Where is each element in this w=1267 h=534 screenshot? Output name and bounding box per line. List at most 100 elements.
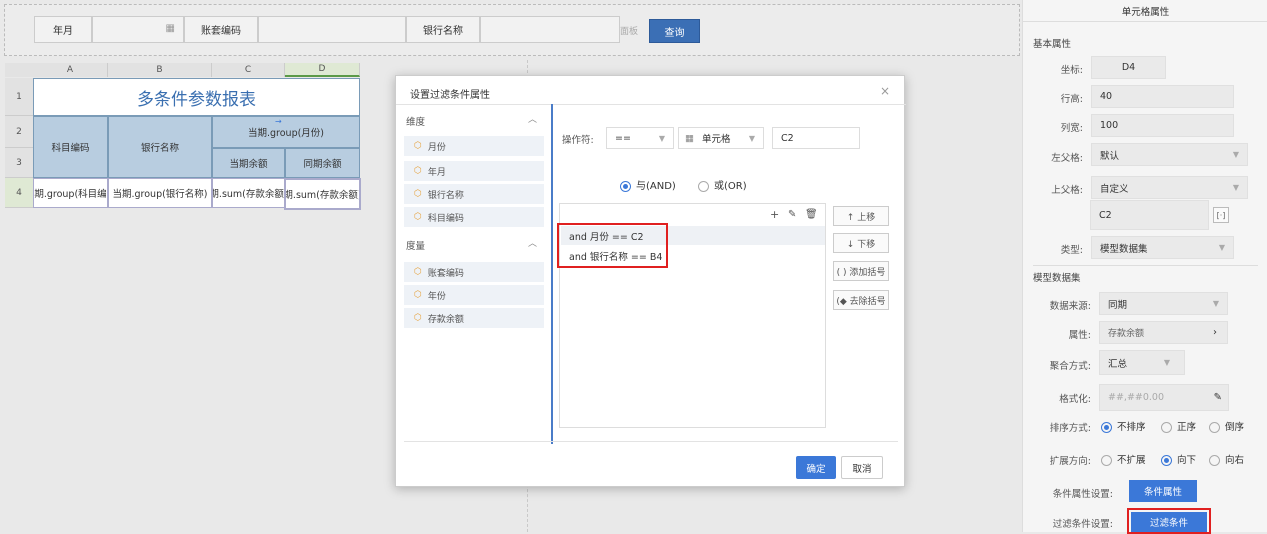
column-header-c[interactable]: C bbox=[212, 63, 285, 77]
target-type-select[interactable]: ▦ 单元格 ▼ bbox=[678, 127, 764, 149]
column-header-a[interactable]: A bbox=[33, 63, 108, 77]
dimension-item-bank-name[interactable]: ⬡ 银行名称 bbox=[404, 184, 544, 204]
report-title-cell[interactable]: 多条件参数报表 bbox=[33, 78, 360, 116]
chevron-up-icon[interactable]: ︿ bbox=[528, 112, 537, 125]
pick-cell-icon[interactable]: [·] bbox=[1213, 207, 1229, 223]
dropdown-arrow-icon: ▼ bbox=[1163, 358, 1170, 367]
edit-icon[interactable]: ✎ bbox=[788, 209, 796, 220]
and-radio[interactable]: 与(AND) bbox=[620, 177, 676, 192]
expand-none-radio[interactable]: 不扩展 bbox=[1101, 452, 1146, 466]
attr-select[interactable]: 存款余额 › bbox=[1099, 321, 1228, 344]
col-width-input[interactable]: 100 bbox=[1091, 114, 1234, 137]
column-header-b[interactable]: B bbox=[108, 63, 212, 77]
top-parent-cell-input[interactable]: C2 bbox=[1090, 200, 1209, 230]
cube-icon: ⬡ bbox=[414, 313, 422, 323]
edit-icon[interactable]: ✎ bbox=[1214, 392, 1222, 403]
ok-button[interactable]: 确定 bbox=[796, 456, 836, 479]
move-up-button[interactable]: ↑ 上移 bbox=[833, 206, 889, 226]
radio-unchecked-icon bbox=[1209, 455, 1220, 466]
dropdown-arrow-icon: ▼ bbox=[1218, 243, 1225, 252]
current-balance-header-cell[interactable]: 当期余额 bbox=[212, 148, 285, 178]
expand-right-radio[interactable]: 向右 bbox=[1209, 452, 1244, 466]
subject-code-header-cell[interactable]: 科目编码 bbox=[33, 116, 108, 178]
param-label-bank-name: 银行名称 bbox=[406, 16, 480, 43]
dimension-item-subject-code[interactable]: ⬡ 科目编码 bbox=[404, 207, 544, 227]
cancel-button[interactable]: 取消 bbox=[841, 456, 883, 479]
dimension-item-yearmonth[interactable]: ⬡ 年月 bbox=[404, 161, 544, 181]
row-header-1[interactable]: 1 bbox=[5, 78, 33, 116]
dialog-title: 设置过滤条件属性 bbox=[410, 90, 490, 101]
cond-attr-label: 条件属性设置: bbox=[1052, 489, 1113, 500]
dropdown-arrow-icon: ▼ bbox=[658, 133, 665, 143]
measure-item-account-code[interactable]: ⬡ 账套编码 bbox=[404, 262, 544, 282]
cell-c4[interactable]: 期.sum(存款余额) bbox=[212, 178, 285, 208]
cube-icon: ⬡ bbox=[414, 290, 422, 300]
filter-label: 过滤条件设置: bbox=[1052, 519, 1113, 530]
close-icon[interactable]: × bbox=[880, 84, 890, 98]
type-label: 类型: bbox=[1060, 245, 1083, 256]
add-bracket-button[interactable]: ( ) 添加括号 bbox=[833, 261, 889, 281]
coord-label: 坐标: bbox=[1060, 65, 1083, 76]
top-parent-select[interactable]: 自定义 ▼ bbox=[1091, 176, 1248, 199]
add-icon[interactable]: + bbox=[770, 208, 779, 221]
cond-attr-button[interactable]: 条件属性 bbox=[1129, 480, 1197, 502]
operator-select[interactable]: == ▼ bbox=[606, 127, 674, 149]
dropdown-arrow-icon: ▼ bbox=[1232, 150, 1239, 159]
current-group-header-cell[interactable]: → 当期.group(月份) bbox=[212, 116, 360, 148]
sort-asc-radio[interactable]: 正序 bbox=[1161, 419, 1196, 433]
left-parent-label: 左父格: bbox=[1051, 153, 1083, 164]
cell-d4-selected[interactable]: 期.sum(存款余额) bbox=[284, 178, 361, 210]
type-select[interactable]: 模型数据集 ▼ bbox=[1091, 236, 1234, 259]
chevron-up-icon[interactable]: ︿ bbox=[528, 236, 537, 249]
model-section-label: 模型数据集 bbox=[1033, 273, 1081, 284]
calendar-icon[interactable]: ▦ bbox=[166, 23, 175, 34]
cube-icon: ⬡ bbox=[414, 212, 422, 222]
row-height-input[interactable]: 40 bbox=[1091, 85, 1234, 108]
attr-label: 属性: bbox=[1068, 330, 1091, 341]
operator-label: 操作符: bbox=[562, 135, 594, 146]
bank-name-input[interactable] bbox=[480, 16, 620, 43]
column-header-d[interactable]: D bbox=[285, 63, 360, 77]
sort-desc-radio[interactable]: 倒序 bbox=[1209, 419, 1244, 433]
bank-name-header-cell[interactable]: 银行名称 bbox=[108, 116, 212, 178]
delete-icon[interactable]: 🗑 bbox=[805, 209, 818, 220]
expand-down-radio[interactable]: 向下 bbox=[1161, 452, 1196, 466]
format-input[interactable]: ##,##0.00 ✎ bbox=[1099, 384, 1229, 411]
yearmonth-input[interactable]: ▦ bbox=[92, 16, 184, 43]
row-height-label: 行高: bbox=[1060, 94, 1083, 105]
sort-none-radio[interactable]: 不排序 bbox=[1101, 419, 1146, 433]
account-code-input[interactable] bbox=[258, 16, 406, 43]
cube-icon: ⬡ bbox=[414, 166, 422, 176]
measure-item-deposit-balance[interactable]: ⬡ 存款余额 bbox=[404, 308, 544, 328]
query-button[interactable]: 查询 bbox=[649, 19, 700, 43]
or-radio[interactable]: 或(OR) bbox=[698, 177, 747, 192]
same-period-balance-header-cell[interactable]: 同期余额 bbox=[285, 148, 360, 178]
row-header-4[interactable]: 4 bbox=[5, 178, 33, 208]
param-label-account-code: 账套编码 bbox=[184, 16, 258, 43]
dropdown-arrow-icon: ▼ bbox=[1232, 183, 1239, 192]
cell-a4[interactable]: 期.group(科目编 bbox=[33, 178, 108, 208]
agg-select[interactable]: 汇总 ▼ bbox=[1099, 350, 1185, 375]
format-label: 格式化: bbox=[1059, 394, 1091, 405]
left-parent-select[interactable]: 默认 ▼ bbox=[1091, 143, 1248, 166]
radio-unchecked-icon bbox=[1101, 455, 1112, 466]
remove-bracket-button[interactable]: (◆ 去除括号 bbox=[833, 290, 889, 310]
agg-label: 聚合方式: bbox=[1049, 361, 1091, 372]
target-value-input[interactable]: C2 bbox=[772, 127, 860, 149]
filter-condition-button[interactable]: 过滤条件 bbox=[1131, 512, 1207, 532]
cell-property-panel: 单元格属性 基本属性 坐标: D4 行高: 40 列宽: 100 左父格: 默认… bbox=[1022, 0, 1267, 534]
datasource-select[interactable]: 同期 ▼ bbox=[1099, 292, 1228, 315]
panel-hint: 面板 bbox=[620, 27, 639, 37]
radio-unchecked-icon bbox=[698, 180, 709, 192]
row-header-2[interactable]: 2 bbox=[5, 116, 33, 148]
dimension-item-month[interactable]: ⬡ 月份 bbox=[404, 136, 544, 156]
datasource-label: 数据来源: bbox=[1049, 301, 1091, 312]
measure-item-year[interactable]: ⬡ 年份 bbox=[404, 285, 544, 305]
sort-label: 排序方式: bbox=[1049, 423, 1091, 434]
cell-b4[interactable]: 当期.group(银行名称) bbox=[108, 178, 212, 208]
row-header-3[interactable]: 3 bbox=[5, 148, 33, 178]
dropdown-arrow-icon: ▼ bbox=[748, 133, 755, 143]
move-down-button[interactable]: ↓ 下移 bbox=[833, 233, 889, 253]
chevron-right-icon: › bbox=[1213, 327, 1217, 338]
param-label-yearmonth: 年月 bbox=[34, 16, 92, 43]
